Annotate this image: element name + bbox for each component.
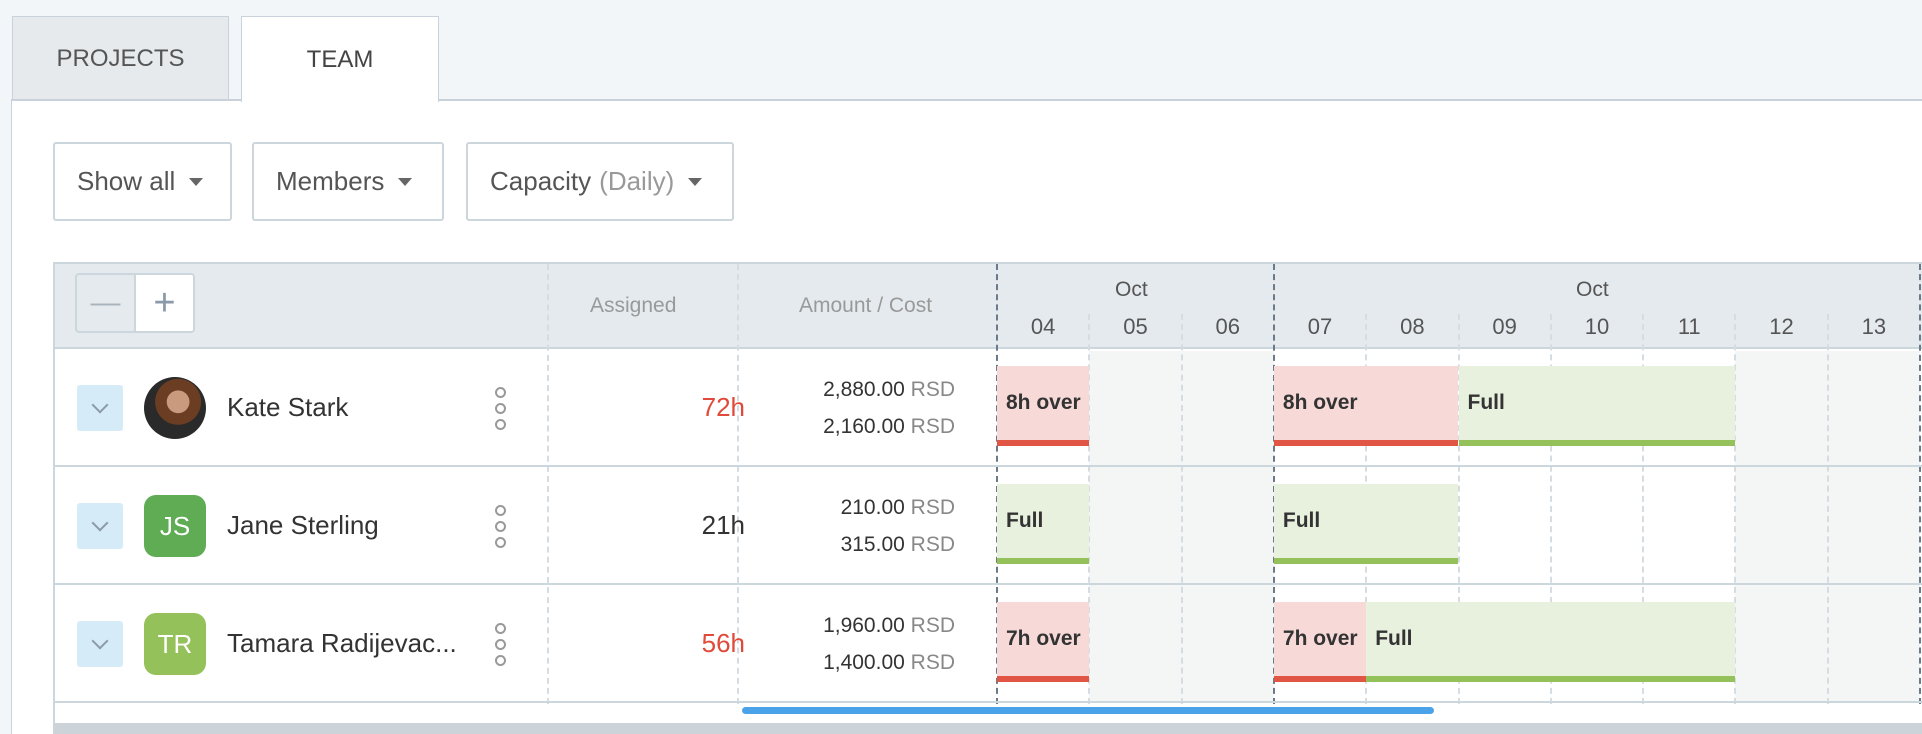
amount-cost-header: Amount / Cost [799,294,933,317]
show-filter-dropdown[interactable]: Show all [53,142,232,221]
chevron-down-icon [91,632,109,650]
day-label: 09 [1492,314,1517,339]
segment-label: Full [1375,627,1413,650]
show-filter-label: Show all [77,166,176,196]
dot [495,403,506,414]
caret-down-icon [189,177,204,186]
avatar [144,377,206,439]
currency: RSD [910,533,955,556]
day-label: 11 [1677,314,1701,339]
cost-value: 315.00 [840,533,905,556]
chevron-down-icon [91,514,109,532]
dot [495,537,506,548]
zoom-out-button[interactable]: — [77,275,136,331]
capacity-segment-over[interactable]: 7h over [1273,602,1367,682]
dot [495,419,506,430]
capacity-segment-over[interactable]: 7h over [997,602,1090,682]
zoom-controls: — + [75,273,195,333]
view-filter-label: Capacity [490,166,592,196]
cost-value-line: 315.00 RSD [755,526,955,563]
day-label: 10 [1584,314,1610,339]
member-name[interactable]: Jane Sterling [227,510,379,541]
caret-down-icon [688,177,703,186]
zoom-in-button[interactable]: + [136,275,193,331]
cost-value: 1,400.00 [823,651,905,674]
segment-label: 7h over [1006,627,1081,650]
currency: RSD [910,378,955,401]
table-row: Kate Stark 72h 2,880.00 RSD 2,160.00 RSD 8h … [55,349,1922,467]
assigned-hours: 72h [701,392,745,422]
expand-row-button[interactable] [77,621,123,667]
amount-cost: 210.00 RSD 315.00 RSD [755,489,955,563]
month-label: Oct [1115,278,1148,301]
day-label: 07 [1307,314,1333,339]
amount-value: 1,960.00 [823,614,905,637]
currency: RSD [910,496,955,519]
dot [495,521,506,532]
horizontal-scrollbar[interactable] [742,707,1434,714]
day-label: 13 [1861,314,1887,339]
amount-value-line: 210.00 RSD [755,489,955,526]
capacity-segment-over[interactable]: 8h over [1273,366,1459,446]
currency: RSD [910,415,955,438]
expand-row-button[interactable] [77,385,123,431]
amount-value: 2,880.00 [823,378,905,401]
dot [495,387,506,398]
day-label: 12 [1769,314,1794,339]
cost-value-line: 1,400.00 RSD [755,644,955,681]
segment-label: 7h over [1282,627,1358,650]
day-label: 05 [1123,314,1148,339]
dot [495,505,506,516]
currency: RSD [910,614,955,637]
day-label: 04 [1030,314,1056,339]
dot [495,655,506,666]
dot [495,623,506,634]
caret-down-icon [398,177,413,186]
assigned-header: Assigned [590,294,677,317]
capacity-segment-full[interactable]: Full [997,484,1090,564]
dot [495,639,506,650]
amount-value-line: 1,960.00 RSD [755,607,955,644]
capacity-segment-full[interactable]: Full [1273,484,1459,564]
more-options-icon[interactable] [495,387,507,430]
table-row: JS Jane Sterling 21h 210.00 RSD 315.00 RSD Fu… [55,467,1922,585]
more-options-icon[interactable] [495,623,507,666]
avatar: TR [144,613,206,675]
group-filter-label: Members [276,166,385,196]
amount-value-line: 2,880.00 RSD [755,371,955,408]
capacity-segment-full[interactable]: Full [1366,602,1736,682]
member-name[interactable]: Kate Stark [227,392,348,423]
amount-cost: 1,960.00 RSD 1,400.00 RSD [755,607,955,681]
amount-cost: 2,880.00 RSD 2,160.00 RSD [755,371,955,445]
segment-label: Full [1467,391,1505,414]
capacity-segment-full[interactable]: Full [1458,366,1736,446]
cost-value-line: 2,160.00 RSD [755,408,955,445]
tab-team[interactable]: TEAM [241,16,439,102]
chevron-down-icon [91,396,109,414]
assigned-hours: 21h [701,510,745,540]
more-options-icon[interactable] [495,505,507,548]
group-filter-dropdown[interactable]: Members [252,142,444,221]
amount-value: 210.00 [840,496,905,519]
day-label: 06 [1215,314,1240,339]
bottom-bar [53,723,1922,734]
tab-projects[interactable]: PROJECTS [12,16,229,100]
month-label: Oct [1576,278,1609,301]
avatar: JS [144,495,206,557]
currency: RSD [910,651,955,674]
view-mode-label: (Daily) [599,166,675,196]
assigned-hours: 56h [701,628,745,658]
day-label: 08 [1400,314,1425,339]
segment-label: Full [1006,509,1044,532]
capacity-table: — + Assigned Amount / Cost Oct Oct 04 05 0… [53,262,1922,723]
segment-label: 8h over [1006,391,1081,414]
cost-value: 2,160.00 [823,415,905,438]
segment-label: Full [1282,509,1321,532]
capacity-segment-over[interactable]: 8h over [997,366,1090,446]
expand-row-button[interactable] [77,503,123,549]
view-filter-dropdown[interactable]: Capacity (Daily) [466,142,734,221]
member-name[interactable]: Tamara Radijevac... [227,628,457,659]
segment-label: 8h over [1282,391,1358,414]
table-row: TR Tamara Radijevac... 56h 1,960.00 RSD 1,40… [55,585,1922,703]
